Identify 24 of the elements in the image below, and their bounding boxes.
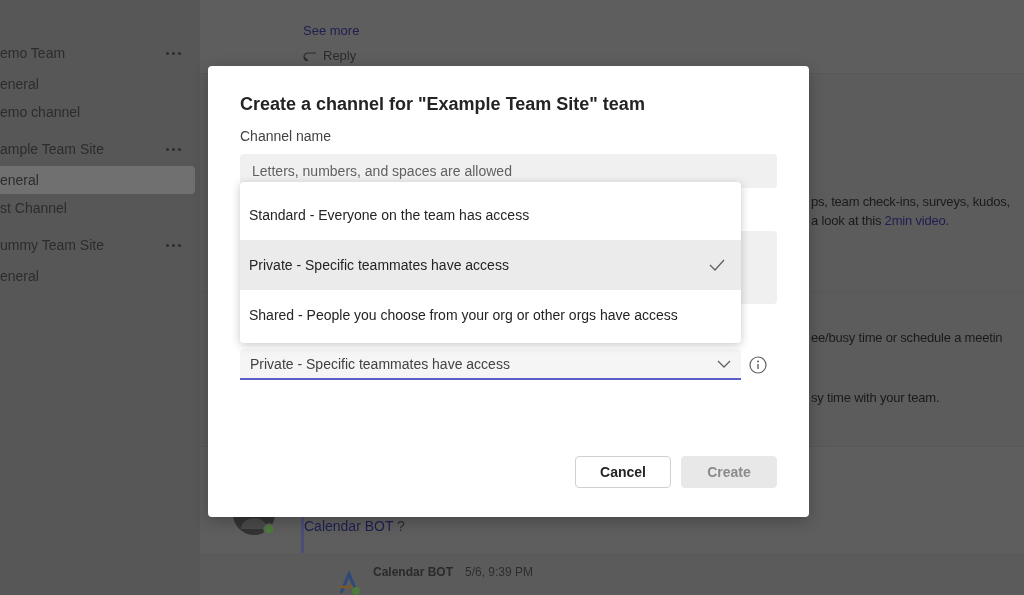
message-text: ps, team check-ins, surveys, kudos, xyxy=(811,193,1011,211)
info-icon[interactable] xyxy=(749,355,767,374)
message-text: sy time with your team. xyxy=(811,389,941,407)
more-icon[interactable] xyxy=(166,243,181,247)
menu-option[interactable]: Standard - Everyone on the team has access xyxy=(240,190,741,240)
message-text: ee/busy time or schedule a meetin xyxy=(811,329,1004,347)
cancel-button[interactable]: Cancel xyxy=(575,456,671,488)
chevron-down-icon xyxy=(717,359,731,368)
bot-logo-icon xyxy=(337,571,361,595)
menu-option[interactable]: Private - Specific teammates have access xyxy=(240,240,741,290)
field-label: Channel name xyxy=(240,128,333,146)
channel-item[interactable]: eneral xyxy=(0,166,195,194)
see-more-link[interactable]: See more xyxy=(303,23,1024,38)
dialog-title: Create a channel for "Example Team Site" team xyxy=(240,94,646,116)
check-icon xyxy=(709,259,725,271)
more-icon[interactable] xyxy=(166,51,181,55)
video-link[interactable]: 2min video. xyxy=(884,212,949,228)
menu-option[interactable]: Shared - People you choose from your org or other orgs have access xyxy=(240,290,741,340)
mention-link[interactable]: Calendar BOT xyxy=(304,518,394,534)
reply-arrow-icon xyxy=(303,50,317,61)
message-text: a look at this 2min video. xyxy=(811,212,950,230)
privacy-dropdown[interactable]: Private - Specific teammates have access xyxy=(240,349,741,380)
more-icon[interactable] xyxy=(166,147,181,151)
message-text: Calendar BOT ? xyxy=(304,518,405,534)
